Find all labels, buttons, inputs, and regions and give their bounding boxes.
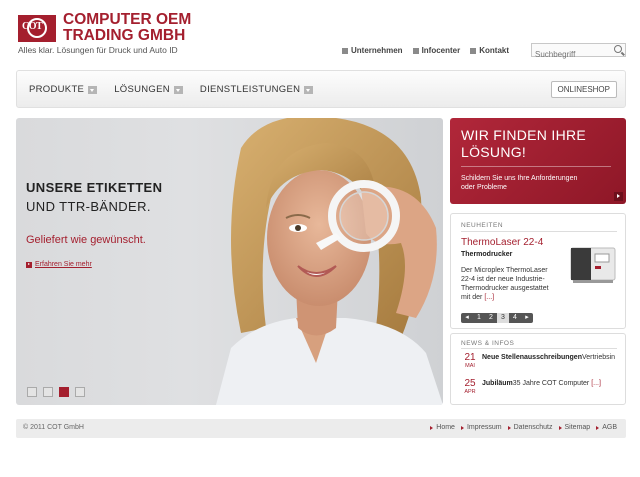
footer: © 2011 COT GmbH Home Impressum Datenschu… bbox=[16, 419, 626, 438]
slide-dot-2[interactable] bbox=[43, 387, 53, 397]
section-heading: NEUHEITEN bbox=[461, 222, 504, 229]
bullet-icon bbox=[470, 47, 477, 54]
divider bbox=[461, 231, 617, 232]
search-box bbox=[531, 43, 626, 61]
product-category: Thermodrucker bbox=[461, 251, 513, 258]
footer-link-sitemap[interactable]: Sitemap bbox=[558, 424, 590, 431]
main-navigation: PRODUKTE LÖSUNGEN DIENSTLEISTUNGEN ONLIN… bbox=[16, 70, 626, 108]
news-text: Jubiläum35 Jahre COT Computer [...] bbox=[482, 380, 601, 387]
news-item[interactable]: 21 MAI Neue StellenausschreibungenVertri… bbox=[463, 353, 617, 370]
company-logo[interactable]: COT COMPUTER OEM TRADING GMBH bbox=[18, 12, 191, 44]
divider bbox=[461, 166, 611, 167]
copyright: © 2011 COT GmbH bbox=[23, 424, 84, 431]
cta-title: WIR FINDEN IHRE bbox=[461, 127, 587, 143]
search-input[interactable] bbox=[532, 48, 610, 61]
top-navigation: Unternehmen Infocenter Kontakt bbox=[342, 46, 509, 55]
bullet-icon bbox=[412, 47, 419, 54]
pager-next[interactable]: ▸ bbox=[521, 313, 533, 323]
neuheiten-box: NEUHEITEN ThermoLaser 22-4 Thermodrucker… bbox=[450, 213, 626, 329]
news-text: Neue StellenausschreibungenVertriebsin bbox=[482, 354, 616, 361]
slide-dot-1[interactable] bbox=[27, 387, 37, 397]
footer-links: Home Impressum Datenschutz Sitemap AGB bbox=[430, 424, 617, 431]
news-item[interactable]: 25 APR Jubiläum35 Jahre COT Computer [..… bbox=[463, 379, 617, 396]
hero-subline: Geliefert wie gewünscht. bbox=[26, 234, 146, 246]
pager-page-4[interactable]: 4 bbox=[509, 313, 521, 323]
product-title[interactable]: ThermoLaser 22-4 bbox=[461, 237, 543, 248]
cot-logo-icon: COT bbox=[18, 14, 56, 42]
arrow-right-icon bbox=[26, 261, 32, 268]
pager-prev[interactable]: ◂ bbox=[461, 313, 473, 323]
section-heading: NEWS & INFOS bbox=[461, 340, 515, 347]
search-icon[interactable] bbox=[614, 45, 622, 53]
cta-description: Schildern Sie uns Ihre Anforderungen ode… bbox=[461, 175, 578, 191]
hero-headline: UNSERE ETIKETTEN bbox=[26, 180, 163, 195]
arrow-right-icon[interactable] bbox=[614, 192, 623, 201]
hero-more-link[interactable]: Erfahren Sie mehr bbox=[26, 261, 92, 268]
news-date: 25 APR bbox=[464, 378, 476, 396]
chevron-down-icon bbox=[88, 85, 98, 94]
bullet-icon bbox=[342, 47, 348, 54]
nav-dienstleistungen[interactable]: DIENSTLEISTUNGEN bbox=[200, 84, 314, 95]
chevron-down-icon bbox=[304, 85, 314, 94]
news-date: 21 MAI bbox=[464, 352, 476, 370]
slide-dot-4[interactable] bbox=[75, 387, 85, 397]
chevron-down-icon bbox=[173, 85, 183, 94]
nav-produkte[interactable]: PRODUKTE bbox=[29, 84, 98, 95]
hero-headline-2: UND TTR-BÄNDER. bbox=[26, 199, 151, 214]
company-name: COMPUTER OEM TRADING GMBH bbox=[63, 11, 192, 44]
footer-link-agb[interactable]: AGB bbox=[596, 424, 617, 431]
divider bbox=[461, 348, 617, 349]
printer-image bbox=[570, 247, 616, 283]
arrow-right-icon bbox=[430, 425, 434, 430]
hero-banner: UNSERE ETIKETTEN UND TTR-BÄNDER. Geliefe… bbox=[16, 118, 443, 405]
footer-link-datenschutz[interactable]: Datenschutz bbox=[507, 424, 553, 431]
topnav-infocenter[interactable]: Infocenter bbox=[412, 46, 460, 55]
product-more-link[interactable]: [...] bbox=[484, 294, 494, 301]
topnav-kontakt[interactable]: Kontakt bbox=[470, 46, 509, 55]
slide-dot-3[interactable] bbox=[59, 387, 69, 397]
footer-link-home[interactable]: Home bbox=[430, 424, 455, 431]
news-box: NEWS & INFOS 21 MAI Neue Stellenausschre… bbox=[450, 333, 626, 405]
footer-link-impressum[interactable]: Impressum bbox=[460, 424, 502, 431]
onlineshop-button[interactable]: ONLINESHOP bbox=[550, 81, 617, 98]
news-more-link[interactable]: [...] bbox=[591, 380, 601, 387]
pager-page-1[interactable]: 1 bbox=[473, 313, 485, 323]
slider-dots bbox=[27, 387, 85, 397]
arrow-right-icon bbox=[507, 425, 511, 430]
cta-title-2: LÖSUNG! bbox=[461, 144, 527, 160]
arrow-right-icon bbox=[596, 425, 600, 430]
arrow-right-icon bbox=[558, 425, 562, 430]
nav-loesungen[interactable]: LÖSUNGEN bbox=[114, 84, 183, 95]
solution-cta[interactable]: WIR FINDEN IHRE LÖSUNG! Schildern Sie un… bbox=[450, 118, 626, 204]
pager-page-3[interactable]: 3 bbox=[497, 313, 509, 323]
product-description: Der Microplex ThermoLaser 22-4 ist der n… bbox=[461, 267, 549, 301]
topnav-unternehmen[interactable]: Unternehmen bbox=[342, 46, 403, 55]
pager-page-2[interactable]: 2 bbox=[485, 313, 497, 323]
product-pager: ◂ 1 2 3 4 ▸ bbox=[461, 313, 533, 323]
tagline: Alles klar. Lösungen für Druck und Auto … bbox=[18, 45, 178, 55]
arrow-right-icon bbox=[460, 425, 464, 430]
